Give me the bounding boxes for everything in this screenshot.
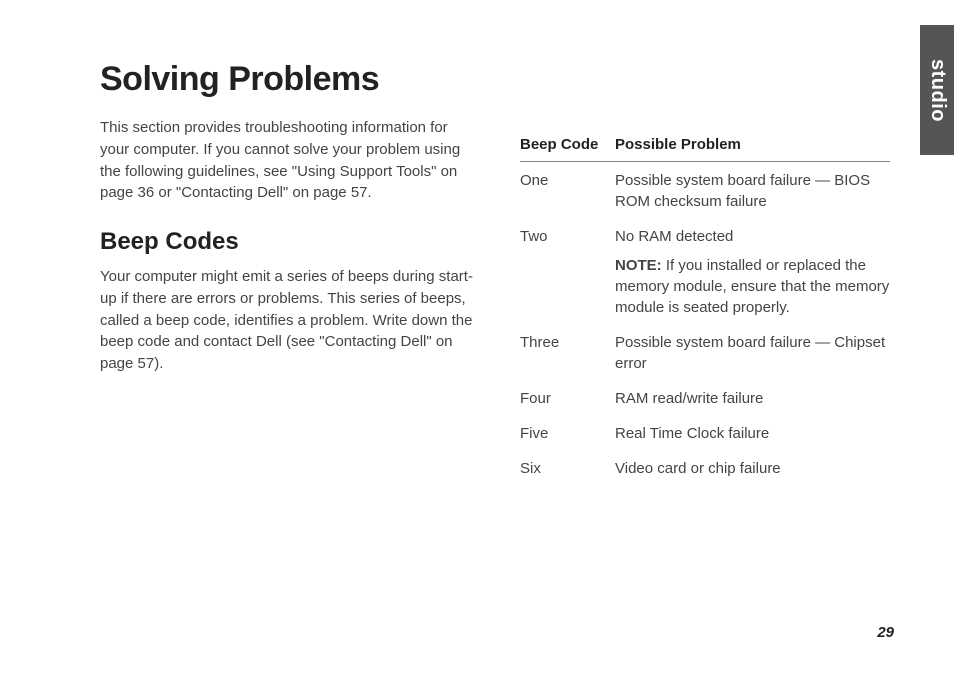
section-paragraph: Your computer might emit a series of bee… bbox=[100, 266, 480, 375]
intro-paragraph: This section provides troubleshooting in… bbox=[100, 117, 480, 204]
page-content: Solving Problems This section provides t… bbox=[0, 0, 954, 525]
cell-problem: No RAM detected NOTE: If you installed o… bbox=[615, 218, 890, 324]
cell-problem-text: No RAM detected bbox=[615, 226, 890, 247]
beep-code-table: Beep Code Possible Problem One Possible … bbox=[520, 130, 890, 485]
table-row: Three Possible system board failure — Ch… bbox=[520, 324, 890, 380]
table-row: One Possible system board failure — BIOS… bbox=[520, 162, 890, 219]
cell-problem: Possible system board failure — Chipset … bbox=[615, 324, 890, 380]
side-tab: studio bbox=[920, 25, 954, 155]
table-row: Two No RAM detected NOTE: If you install… bbox=[520, 218, 890, 324]
cell-code: Three bbox=[520, 324, 615, 380]
cell-problem: RAM read/write failure bbox=[615, 380, 890, 415]
note-label: NOTE: bbox=[615, 257, 662, 274]
cell-code: One bbox=[520, 162, 615, 219]
cell-code: Five bbox=[520, 415, 615, 450]
cell-problem: Possible system board failure — BIOS ROM… bbox=[615, 162, 890, 219]
cell-code: Four bbox=[520, 380, 615, 415]
table-header-code: Beep Code bbox=[520, 130, 615, 162]
cell-code: Six bbox=[520, 450, 615, 485]
left-column: Solving Problems This section provides t… bbox=[100, 60, 480, 485]
table-row: Four RAM read/write failure bbox=[520, 380, 890, 415]
table-header-row: Beep Code Possible Problem bbox=[520, 130, 890, 162]
page-number: 29 bbox=[877, 624, 894, 641]
cell-note: NOTE: If you installed or replaced the m… bbox=[615, 255, 890, 318]
table-body: One Possible system board failure — BIOS… bbox=[520, 162, 890, 486]
table-row: Six Video card or chip failure bbox=[520, 450, 890, 485]
right-column: Beep Code Possible Problem One Possible … bbox=[520, 60, 890, 485]
cell-problem: Video card or chip failure bbox=[615, 450, 890, 485]
cell-code: Two bbox=[520, 218, 615, 324]
table-row: Five Real Time Clock failure bbox=[520, 415, 890, 450]
section-heading: Beep Codes bbox=[100, 228, 480, 256]
cell-problem: Real Time Clock failure bbox=[615, 415, 890, 450]
page-title: Solving Problems bbox=[100, 60, 480, 99]
side-tab-label: studio bbox=[926, 59, 949, 122]
table-header-problem: Possible Problem bbox=[615, 130, 890, 162]
